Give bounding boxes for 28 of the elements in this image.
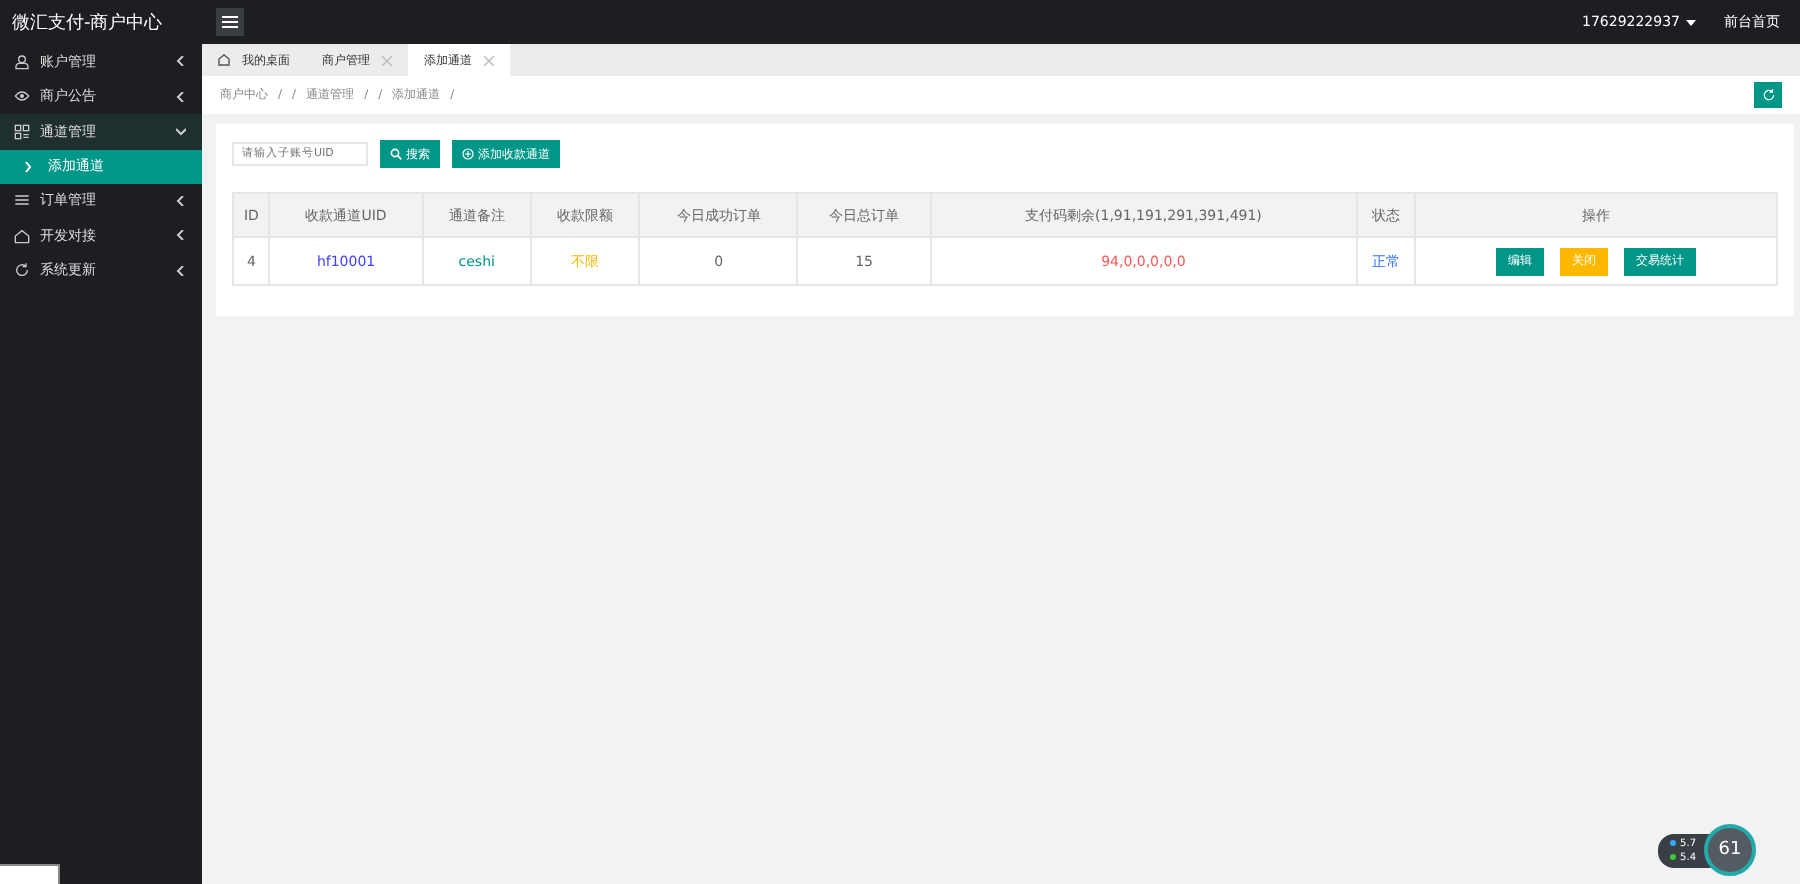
home-icon — [218, 54, 230, 66]
chevron-icon — [24, 161, 32, 171]
close-icon[interactable] — [382, 55, 392, 65]
upload-dot — [1670, 840, 1677, 846]
menu-icon — [222, 16, 238, 28]
chevron-icon — [176, 91, 186, 102]
menu-button[interactable] — [216, 8, 244, 36]
small-panel — [0, 864, 60, 884]
list-icon — [14, 192, 30, 209]
download-dot — [1670, 854, 1677, 860]
refresh-button[interactable] — [1754, 82, 1782, 108]
close-icon[interactable] — [484, 55, 494, 65]
caret-icon — [1686, 19, 1696, 25]
refresh-icon — [1761, 88, 1775, 102]
chevron-icon — [176, 56, 186, 67]
user-icon — [14, 53, 30, 70]
chevron-icon — [176, 230, 186, 241]
eye-icon — [14, 88, 30, 105]
chevron-icon — [176, 265, 186, 276]
app-title: 微汇支付-商户中心 — [0, 0, 202, 44]
usage-gauge: 61 — [1704, 824, 1756, 876]
chevron-icon — [176, 126, 186, 137]
search-icon — [390, 148, 402, 160]
refresh-icon — [14, 262, 30, 279]
grid-icon — [14, 123, 30, 140]
plus-circle-icon — [462, 148, 474, 160]
home-icon — [14, 227, 30, 244]
chevron-icon — [176, 195, 186, 206]
